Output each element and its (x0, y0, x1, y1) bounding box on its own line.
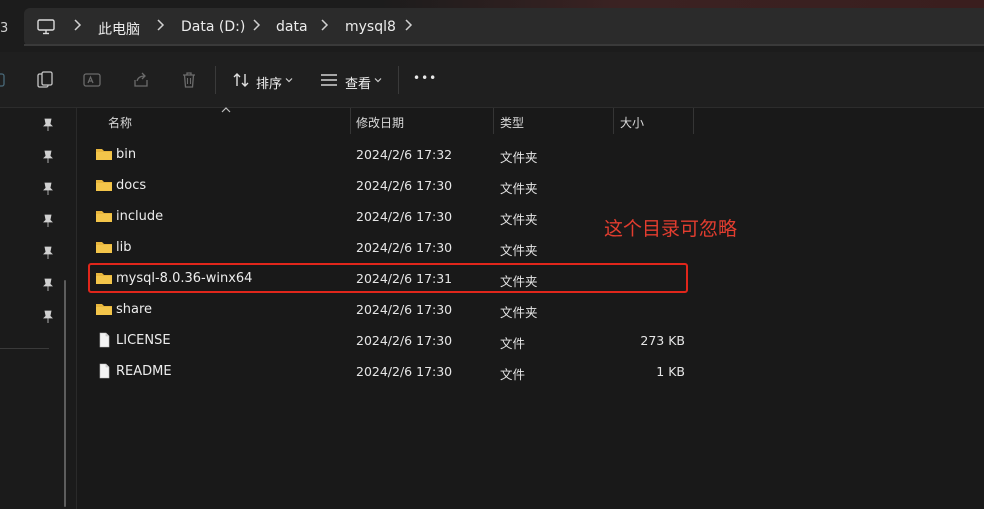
file-list: 名称 修改日期 类型 大小 bin 2024/2/6 17:32 文件夹 doc… (77, 107, 984, 509)
annotation-text: 这个目录可忽略 (604, 218, 738, 240)
table-row[interactable]: include 2024/2/6 17:30 文件夹 (91, 201, 691, 231)
column-divider[interactable] (350, 108, 351, 134)
view-button[interactable]: 查看 (345, 73, 371, 92)
file-modified: 2024/2/6 17:30 (356, 209, 453, 224)
file-name[interactable]: README (116, 364, 172, 379)
table-row[interactable]: share 2024/2/6 17:30 文件夹 (91, 294, 691, 324)
column-header-type[interactable]: 类型 (500, 114, 524, 131)
table-row[interactable]: README 2024/2/6 17:30 文件 1 KB (91, 356, 691, 386)
folder-icon (96, 304, 112, 315)
table-row[interactable]: bin 2024/2/6 17:32 文件夹 (91, 139, 691, 169)
file-icon (99, 363, 110, 379)
this-pc-icon[interactable] (37, 19, 55, 35)
column-header-size[interactable]: 大小 (620, 114, 644, 131)
file-type: 文件夹 (500, 243, 538, 258)
file-type: 文件夹 (500, 305, 538, 320)
file-type: 文件 (500, 367, 526, 382)
chevron-right-icon[interactable] (155, 18, 165, 32)
file-modified: 2024/2/6 17:32 (356, 147, 453, 162)
column-divider[interactable] (693, 108, 694, 134)
address-bar-region: 3 此电脑 Data (D:) data mysql8 (0, 0, 984, 52)
file-modified: 2024/2/6 17:30 (356, 240, 453, 255)
file-size: 1 KB (656, 364, 685, 379)
sort-icon[interactable] (231, 70, 251, 90)
pin-icon[interactable] (42, 214, 54, 228)
delete-icon[interactable] (179, 70, 199, 90)
file-type: 文件 (500, 336, 526, 351)
toolbar-separator (215, 66, 216, 94)
breadcrumb-item[interactable]: data (276, 19, 308, 35)
file-size: 273 KB (640, 333, 685, 348)
command-bar: 排序 查看 ••• (0, 52, 984, 108)
sort-ascending-icon (221, 107, 231, 113)
table-row[interactable]: lib 2024/2/6 17:30 文件夹 (91, 232, 691, 262)
breadcrumb-item[interactable]: mysql8 (345, 19, 396, 35)
file-name[interactable]: LICENSE (116, 333, 171, 348)
folder-icon (96, 211, 112, 222)
pin-icon[interactable] (42, 182, 54, 196)
file-icon (99, 332, 110, 348)
column-divider[interactable] (613, 108, 614, 134)
annotation-highlight-box (88, 263, 688, 293)
pin-icon[interactable] (42, 118, 54, 132)
nav-scrollbar[interactable] (64, 280, 66, 507)
file-type: 文件夹 (500, 212, 538, 227)
file-name[interactable]: lib (116, 240, 131, 255)
pin-icon[interactable] (42, 246, 54, 260)
share-icon[interactable] (131, 70, 151, 90)
file-name[interactable]: include (116, 209, 163, 224)
column-divider[interactable] (493, 108, 494, 134)
column-header-modified[interactable]: 修改日期 (356, 114, 404, 131)
nav-divider (0, 348, 49, 349)
column-header-name[interactable]: 名称 (108, 114, 132, 131)
file-modified: 2024/2/6 17:30 (356, 333, 453, 348)
copy-icon[interactable] (35, 70, 55, 90)
cut-icon[interactable] (0, 70, 8, 90)
pin-icon[interactable] (42, 310, 54, 324)
window-edge-glyph: 3 (0, 21, 9, 36)
chevron-down-icon[interactable] (374, 76, 382, 84)
file-modified: 2024/2/6 17:30 (356, 178, 453, 193)
file-type: 文件夹 (500, 150, 538, 165)
toolbar-separator (398, 66, 399, 94)
chevron-down-icon[interactable] (285, 76, 293, 84)
more-options-button[interactable]: ••• (413, 71, 437, 85)
address-bar[interactable] (24, 8, 984, 46)
view-icon[interactable] (319, 70, 339, 90)
chevron-right-icon[interactable] (403, 18, 413, 32)
breadcrumb-item[interactable]: 此电脑 (98, 19, 140, 39)
navigation-pane (0, 108, 77, 509)
chevron-right-icon[interactable] (251, 18, 261, 32)
breadcrumb-item[interactable]: Data (D:) (181, 19, 245, 35)
file-type: 文件夹 (500, 181, 538, 196)
file-modified: 2024/2/6 17:30 (356, 364, 453, 379)
file-modified: 2024/2/6 17:30 (356, 302, 453, 317)
table-row[interactable]: docs 2024/2/6 17:30 文件夹 (91, 170, 691, 200)
file-name[interactable]: docs (116, 178, 146, 193)
rename-icon[interactable] (82, 70, 102, 90)
folder-icon (96, 180, 112, 191)
chevron-right-icon[interactable] (319, 18, 329, 32)
pin-icon[interactable] (42, 278, 54, 292)
folder-icon (96, 149, 112, 160)
folder-icon (96, 242, 112, 253)
sort-button[interactable]: 排序 (256, 73, 282, 92)
pin-icon[interactable] (42, 150, 54, 164)
file-name[interactable]: bin (116, 147, 136, 162)
file-name[interactable]: share (116, 302, 152, 317)
table-row[interactable]: LICENSE 2024/2/6 17:30 文件 273 KB (91, 325, 691, 355)
chevron-right-icon[interactable] (72, 18, 82, 32)
